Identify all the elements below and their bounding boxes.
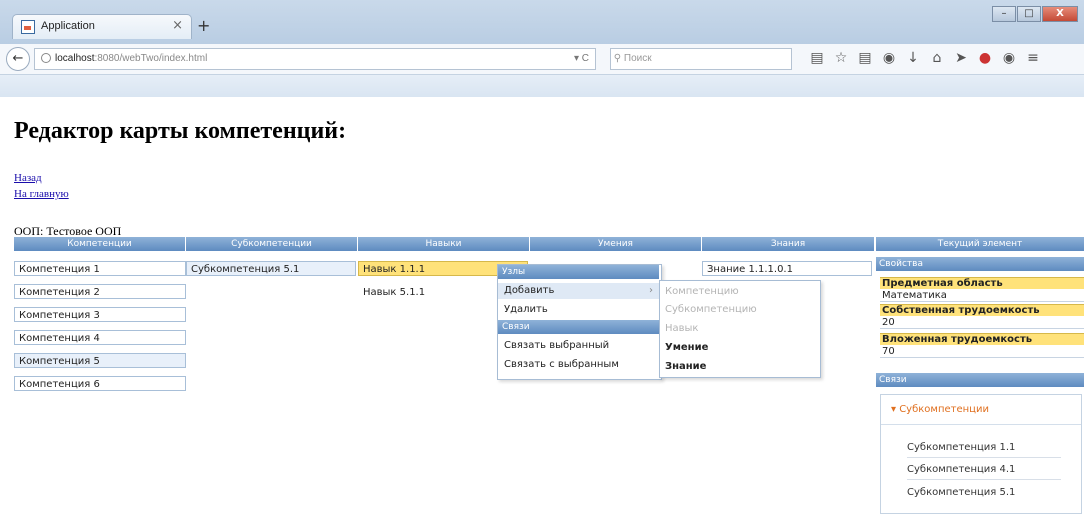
column-header-skills: Навыки [358, 237, 530, 251]
back-link[interactable]: Назад [14, 172, 42, 184]
url-path: :8080/webTwo/index.html [94, 53, 208, 64]
submenu-item-subcompetency: Субкомпетенцию [665, 304, 757, 315]
column-header-competencies: Компетенции [14, 237, 186, 251]
add-submenu: Компетенцию Субкомпетенцию Навык Умение … [659, 280, 821, 378]
linked-subcompetency-item[interactable]: Субкомпетенция 1.1 [907, 439, 1061, 458]
toolbar-icons: ▤ ☆ ▤ ◉ ↓ ⌂ ➤ ● ◉ ≡ [805, 50, 1045, 66]
competency-node[interactable]: Компетенция 4 [14, 330, 186, 345]
back-arrow-icon[interactable]: ← [6, 47, 30, 71]
competency-node[interactable]: Компетенция 3 [14, 307, 186, 322]
reload-icon[interactable]: ▾ C [574, 49, 589, 69]
accordion-header[interactable]: ▾ Субкомпетенции [881, 395, 1081, 425]
column-header-abilities: Умения [530, 237, 702, 251]
links-header: Связи [876, 373, 1084, 387]
bookmarks-icon[interactable]: ▤ [853, 50, 877, 66]
menu-item-delete[interactable]: Удалить [498, 302, 659, 318]
collapse-arrow-icon: ▾ [891, 404, 900, 415]
linked-subcompetency-item[interactable]: Субкомпетенция 4.1 [907, 461, 1061, 480]
window-controls: – □ X [991, 6, 1078, 22]
new-tab-button[interactable]: + [197, 16, 210, 35]
submenu-arrow-icon: › [649, 285, 653, 296]
submenu-item-knowledge[interactable]: Знание [660, 358, 818, 376]
menu-item-add-label: Добавить [504, 285, 555, 296]
subject-area-label: Предметная область [880, 277, 1084, 289]
url-host: localhost [55, 53, 95, 64]
own-effort-label: Собственная трудоемкость [880, 304, 1084, 316]
page-favicon-icon [21, 20, 35, 34]
bookmark-star-icon[interactable]: ☆ [829, 50, 853, 66]
chat-icon[interactable]: ◉ [997, 50, 1021, 66]
pocket-icon[interactable]: ◉ [877, 50, 901, 66]
context-menu-section-links: Связи [498, 320, 659, 334]
subcompetency-node[interactable]: Субкомпетенция 5.1 [186, 261, 356, 276]
menu-item-link-selected[interactable]: Связать выбранный [498, 338, 659, 354]
send-icon[interactable]: ➤ [949, 50, 973, 66]
browser-tab-bar: Application × + – □ X [0, 0, 1084, 44]
adblock-icon[interactable]: ● [973, 50, 997, 66]
search-icon: ⚲ [611, 53, 624, 64]
download-icon[interactable]: ↓ [901, 50, 925, 66]
menu-item-add[interactable]: Добавить › [498, 283, 659, 299]
tab-close-icon[interactable]: × [172, 18, 183, 33]
home-link[interactable]: На главную [14, 188, 69, 200]
subcompetencies-accordion: ▾ Субкомпетенции Субкомпетенция 1.1 Субк… [880, 394, 1082, 514]
search-field[interactable]: ⚲ Поиск [610, 48, 792, 70]
menu-item-link-with-selected[interactable]: Связать с выбранным [498, 357, 659, 373]
submenu-item-ability[interactable]: Умение [660, 339, 818, 357]
submenu-item-competency: Компетенцию [665, 286, 739, 297]
column-header-subcompetencies: Субкомпетенции [186, 237, 358, 251]
search-placeholder: Поиск [623, 53, 652, 64]
column-header-current-element: Текущий элемент [876, 237, 1084, 251]
competency-node[interactable]: Компетенция 6 [14, 376, 186, 391]
accordion-title: Субкомпетенции [899, 404, 989, 415]
subject-area-value[interactable]: Математика [880, 290, 1084, 302]
nested-effort-value[interactable]: 70 [880, 346, 1084, 358]
close-window-button[interactable]: X [1042, 6, 1078, 22]
submenu-item-skill: Навык [665, 323, 699, 334]
context-menu-section-nodes: Узлы [498, 265, 659, 279]
linked-subcompetency-item[interactable]: Субкомпетенция 5.1 [907, 484, 1061, 502]
column-header-knowledge: Знания [702, 237, 875, 251]
knowledge-node[interactable]: Знание 1.1.1.0.1 [702, 261, 872, 276]
minimize-button[interactable]: – [992, 6, 1016, 22]
address-bar[interactable]: localhost:8080/webTwo/index.html ▾ C [34, 48, 596, 70]
menu-icon[interactable]: ≡ [1021, 50, 1045, 66]
toolbar-strip [0, 75, 1084, 97]
properties-header: Свойства [876, 257, 1084, 271]
tab-title: Application [41, 20, 95, 32]
competency-node[interactable]: Компетенция 5 [14, 353, 186, 368]
own-effort-value[interactable]: 20 [880, 317, 1084, 329]
navigation-bar: ← localhost:8080/webTwo/index.html ▾ C ⚲… [0, 44, 1084, 75]
competency-node[interactable]: Компетенция 1 [14, 261, 186, 276]
nested-effort-label: Вложенная трудоемкость [880, 333, 1084, 345]
site-info-icon[interactable] [41, 53, 51, 64]
competency-node[interactable]: Компетенция 2 [14, 284, 186, 299]
maximize-button[interactable]: □ [1017, 6, 1041, 22]
context-menu: Узлы Добавить › Удалить Связи Связать вы… [497, 264, 662, 380]
page-title: Редактор карты компетенций: [14, 118, 347, 144]
home-icon[interactable]: ⌂ [925, 50, 949, 66]
browser-tab[interactable]: Application × [12, 14, 192, 39]
reader-view-icon[interactable]: ▤ [805, 50, 829, 66]
